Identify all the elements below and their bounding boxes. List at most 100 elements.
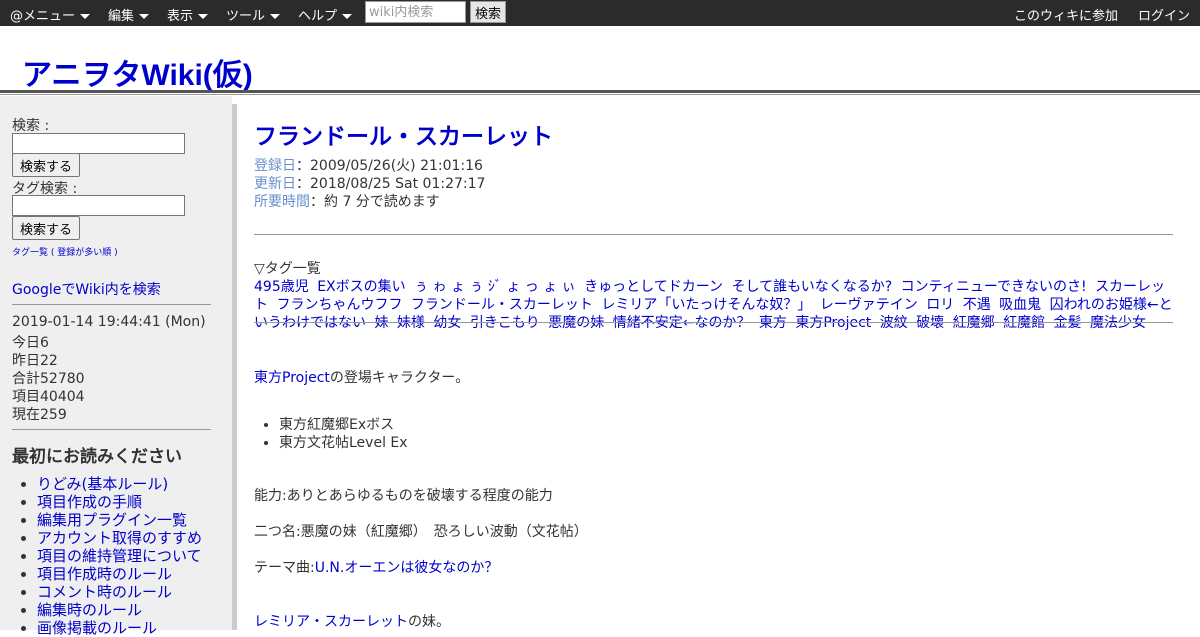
tag-search-button[interactable]: 検索する (12, 216, 80, 240)
tags-top-rule (254, 234, 1173, 235)
read-first-link[interactable]: 編集用プラグイン一覧 (37, 511, 187, 529)
main-content: フランドール・スカーレット 登録日：2009/05/26(火) 21:01:16… (239, 104, 1189, 630)
nickname-text: 二つ名:悪魔の妹（紅魔郷） 恐ろしい波動（文花帖） (254, 524, 588, 540)
remilia-link[interactable]: レミリア・スカーレット (254, 614, 408, 630)
top-menu-bar: @メニュー 編集 表示 ツール ヘルプ 検索 このウィキに参加 ログイン (0, 0, 1200, 26)
read-first-item[interactable]: 画像掲載のルール (37, 619, 202, 637)
join-wiki-link[interactable]: このウィキに参加 (1014, 5, 1118, 24)
menu-tools[interactable]: ツール (226, 5, 281, 24)
read-first-item[interactable]: コメント時のルール (37, 583, 202, 601)
tags-list: 495歳児 EXボスの集い ぅ ゎ ょ ぅ ｼﾞ ょ っ ょ ぃ きゅっとしてド… (254, 278, 1173, 332)
tag-link[interactable]: 悪魔の妹 (548, 315, 604, 331)
read-first-link[interactable]: 項目作成時のルール (37, 565, 172, 583)
tag-link[interactable]: コンティニューできないのさ! (901, 279, 1087, 295)
sidebar-divider (12, 429, 211, 430)
tag-link[interactable]: ロリ (926, 297, 954, 313)
tag-link[interactable]: そして誰もいなくなるか? (731, 279, 892, 295)
tag-list-paren: ) (111, 248, 118, 258)
stat-total: 合計52780 (12, 371, 85, 387)
read-first-link[interactable]: 編集時のルール (37, 601, 142, 619)
tag-sort-link[interactable]: 登録が多い順 (57, 248, 111, 258)
tag-link[interactable]: 妹 (374, 315, 388, 331)
tag-list-paren: ( (48, 248, 58, 258)
wiki-search-input[interactable] (365, 1, 466, 23)
stat-yesterday: 昨日22 (12, 353, 58, 369)
sister-text: の妹。 (408, 614, 450, 630)
tag-link[interactable]: EXボスの集い (317, 279, 405, 295)
tag-link[interactable]: 幼女 (433, 315, 461, 331)
menu-label: 編集 (108, 9, 135, 24)
tag-link[interactable]: 紅魔館 (1003, 315, 1045, 331)
tag-link[interactable]: 妹様 (397, 315, 425, 331)
read-first-item[interactable]: 編集用プラグイン一覧 (37, 511, 202, 529)
tags-bottom-rule (254, 322, 1173, 323)
tag-link[interactable]: 吸血鬼 (999, 297, 1041, 313)
meta-time-value: ：約 7 分で読めます (310, 194, 440, 210)
ability-text: 能力:ありとあらゆるものを破壊する程度の能力 (254, 488, 553, 504)
read-first-list: りどみ(基本ルール) 項目作成の手順 編集用プラグイン一覧 アカウント取得のすす… (37, 475, 202, 637)
menu-label: 表示 (167, 9, 194, 24)
read-first-item[interactable]: アカウント取得のすすめ (37, 529, 202, 547)
tag-link[interactable]: フランちゃんウフフ (276, 297, 402, 313)
tag-link[interactable]: フランドール・スカーレット (411, 297, 593, 313)
menu-label: ヘルプ (298, 9, 338, 24)
tag-link[interactable]: ぅ ゎ ょ ぅ ｼﾞ ょ っ ょ ぃ (414, 279, 576, 295)
caret-down-icon (198, 14, 209, 19)
read-first-link[interactable]: 画像掲載のルール (37, 619, 157, 637)
read-first-link[interactable]: りどみ(基本ルール) (37, 475, 168, 493)
read-first-link[interactable]: 項目作成の手順 (37, 493, 142, 511)
tag-list-line: タグ一覧 ( 登録が多い順 ) (12, 245, 118, 258)
tag-link[interactable]: 紅魔郷 (953, 315, 995, 331)
tag-link[interactable]: きゅっとしてドカーン (584, 279, 723, 295)
read-first-item[interactable]: 項目作成の手順 (37, 493, 202, 511)
caret-down-icon (139, 14, 150, 19)
touhou-project-link[interactable]: 東方Project (254, 370, 330, 386)
menu-edit[interactable]: 編集 (108, 5, 150, 24)
wiki-search-button[interactable]: 検索 (470, 1, 506, 23)
tag-link[interactable]: 情緒不安定←なのか？ (613, 315, 751, 331)
menu-help[interactable]: ヘルプ (298, 5, 353, 24)
read-first-item[interactable]: りどみ(基本ルール) (37, 475, 202, 493)
appearance-list: 東方紅魔郷Exボス 東方文花帖Level Ex (279, 416, 408, 452)
tag-list-link[interactable]: タグ一覧 (12, 248, 48, 258)
meta-registered: 登録日：2009/05/26(火) 21:01:16 (254, 155, 483, 175)
read-first-link[interactable]: 項目の維持管理について (37, 547, 202, 565)
list-item: 東方文花帖Level Ex (279, 434, 408, 452)
tag-link[interactable]: 東方Project (795, 315, 871, 331)
tag-link[interactable]: レーヴァテイン (820, 297, 918, 313)
menu-view[interactable]: 表示 (167, 5, 209, 24)
meta-updated-label: 更新日 (254, 176, 296, 192)
login-link[interactable]: ログイン (1138, 5, 1190, 24)
tag-search-input[interactable] (12, 195, 185, 216)
list-item: 東方紅魔郷Exボス (279, 416, 408, 434)
tag-link[interactable]: 破壊 (916, 315, 944, 331)
tag-link[interactable]: 引きこもり (470, 315, 540, 331)
search-label: 検索 : (12, 118, 50, 134)
sidebar-search-input[interactable] (12, 133, 185, 154)
tag-link[interactable]: 魔法少女 (1090, 315, 1146, 331)
read-first-item[interactable]: 項目の維持管理について (37, 547, 202, 565)
intro-text: の登場キャラクター。 (329, 370, 470, 386)
sidebar-search-button[interactable]: 検索する (12, 153, 80, 177)
meta-updated-value: ：2018/08/25 Sat 01:27:17 (296, 176, 486, 192)
caret-down-icon (80, 14, 91, 19)
tag-link[interactable]: 波紋 (880, 315, 908, 331)
read-first-link[interactable]: アカウント取得のすすめ (37, 529, 202, 547)
theme-prefix: テーマ曲: (254, 560, 315, 576)
google-search-link[interactable]: GoogleでWiki内を検索 (12, 279, 161, 299)
tag-link[interactable]: レミリア「いたっけそんな奴？」 (601, 297, 811, 313)
read-first-item[interactable]: 編集時のルール (37, 601, 202, 619)
site-title[interactable]: アニヲタWiki(仮) (22, 50, 253, 94)
read-first-link[interactable]: コメント時のルール (37, 583, 172, 601)
tag-link[interactable]: 金髪 (1054, 315, 1082, 331)
tag-link[interactable]: 495歳児 (254, 279, 309, 295)
meta-registered-value: ：2009/05/26(火) 21:01:16 (296, 158, 483, 174)
caret-down-icon (342, 14, 353, 19)
page-title[interactable]: フランドール・スカーレット (254, 117, 553, 151)
menu-atmenu[interactable]: @メニュー (10, 5, 91, 24)
theme-song-link[interactable]: U.N.オーエンは彼女なのか？ (315, 560, 499, 576)
tag-link[interactable]: 不遇 (963, 297, 991, 313)
read-first-item[interactable]: 項目作成時のルール (37, 565, 202, 583)
stat-datetime: 2019-01-14 19:44:41 (Mon) (12, 314, 206, 330)
tag-link[interactable]: 東方 (759, 315, 787, 331)
